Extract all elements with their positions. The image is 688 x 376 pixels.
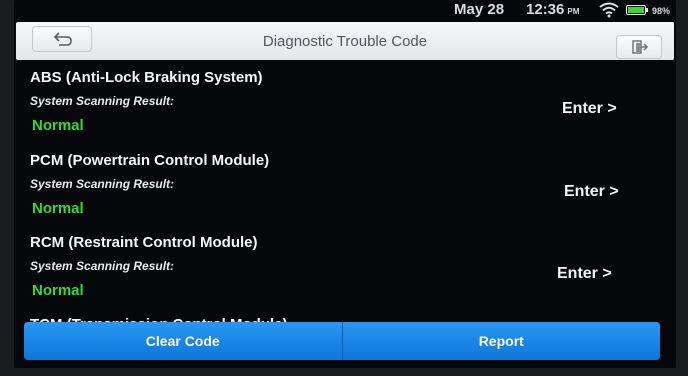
- bottom-action-bar: Clear Code Report: [24, 322, 660, 360]
- system-subtitle: System Scanning Result:: [30, 94, 175, 108]
- exit-icon: [632, 40, 648, 54]
- clear-code-button[interactable]: Clear Code: [24, 322, 342, 360]
- system-status: Normal: [32, 282, 84, 299]
- enter-button[interactable]: Enter >: [562, 100, 617, 118]
- battery-nub: [646, 8, 648, 12]
- status-date: May 28: [454, 1, 505, 18]
- title-bar: Diagnostic Trouble Code: [16, 22, 674, 60]
- system-name: ABS (Anti-Lock Braking System): [30, 69, 263, 86]
- wifi-icon: [599, 2, 619, 18]
- enter-button[interactable]: Enter >: [557, 265, 612, 283]
- system-item-pcm[interactable]: PCM (Powertrain Control Module) System S…: [14, 147, 676, 227]
- status-time-value: 12:36: [526, 1, 565, 18]
- enter-button[interactable]: Enter >: [564, 183, 619, 201]
- device-screen: May 28 12:36 PM 98% Diagnostic Trouble Co…: [14, 0, 676, 368]
- exit-button[interactable]: [616, 35, 662, 59]
- battery-fill: [628, 7, 644, 13]
- status-bar: May 28 12:36 PM 98%: [14, 0, 676, 22]
- page-title: Diagnostic Trouble Code: [262, 33, 428, 50]
- system-subtitle: System Scanning Result:: [30, 177, 175, 191]
- system-name: PCM (Powertrain Control Module): [30, 152, 270, 169]
- status-ampm: PM: [567, 7, 580, 16]
- status-time: 12:36 PM: [526, 1, 579, 18]
- system-subtitle: System Scanning Result:: [30, 259, 175, 273]
- battery-icon: [626, 5, 646, 15]
- report-button[interactable]: Report: [342, 322, 660, 360]
- system-item-rcm[interactable]: RCM (Restraint Control Module) System Sc…: [14, 229, 676, 309]
- system-status: Normal: [32, 200, 84, 217]
- system-name: RCM (Restraint Control Module): [30, 234, 258, 251]
- system-item-abs[interactable]: ABS (Anti-Lock Braking System) System Sc…: [14, 64, 676, 144]
- system-status: Normal: [32, 117, 84, 134]
- battery-percent: 98%: [652, 6, 671, 16]
